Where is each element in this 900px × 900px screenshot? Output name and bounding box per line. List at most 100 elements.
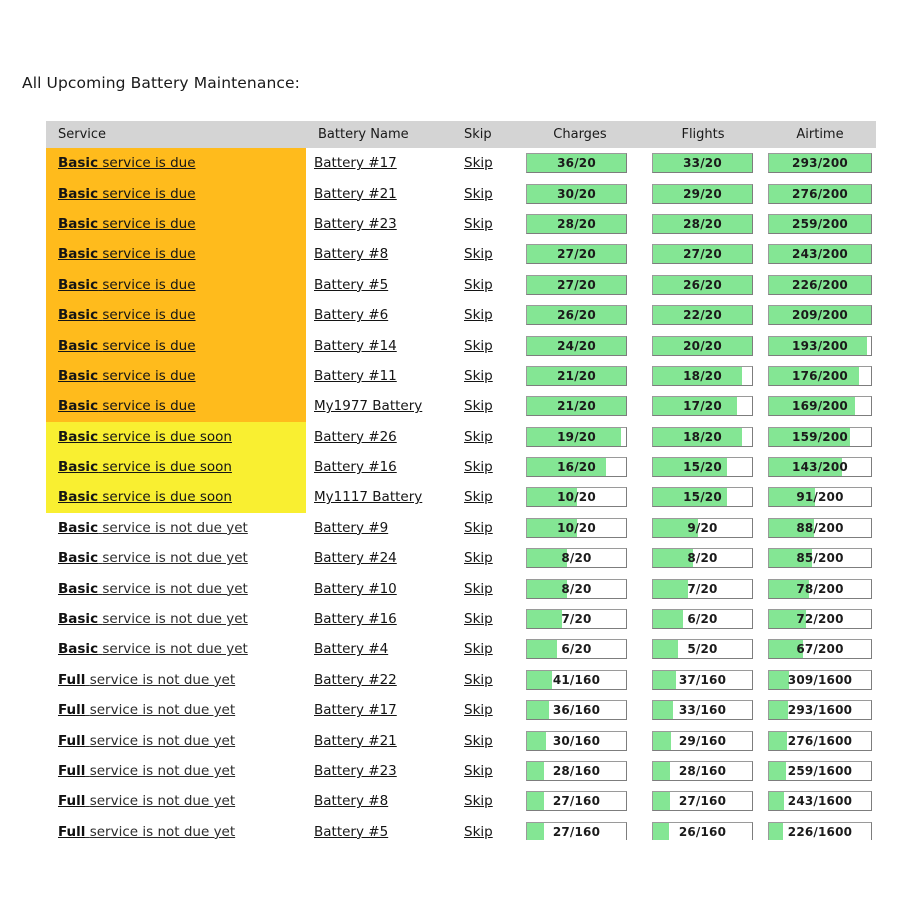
- skip-link[interactable]: Skip: [464, 246, 493, 262]
- service-cell[interactable]: Basic service is not due yet: [46, 634, 306, 665]
- service-cell[interactable]: Basic service is due: [46, 148, 306, 179]
- table-row[interactable]: Full service is not due yet Battery #5 Ski…: [46, 816, 876, 840]
- battery-name-link[interactable]: My1977 Battery: [314, 398, 422, 414]
- skip-cell[interactable]: Skip: [458, 725, 518, 756]
- battery-name-cell[interactable]: My1977 Battery: [306, 391, 458, 422]
- battery-name-link[interactable]: Battery #5: [314, 277, 388, 293]
- battery-name-link[interactable]: My1117 Battery: [314, 489, 422, 505]
- skip-cell[interactable]: Skip: [458, 664, 518, 696]
- battery-name-link[interactable]: Battery #23: [314, 216, 397, 232]
- table-row[interactable]: Basic service is due Battery #23 Skip 28/20…: [46, 208, 876, 240]
- battery-name-cell[interactable]: Battery #9: [306, 512, 458, 544]
- service-cell[interactable]: Basic service is due: [46, 360, 306, 392]
- column-header-flights[interactable]: Flights: [642, 121, 764, 148]
- battery-name-link[interactable]: Battery #21: [314, 733, 397, 749]
- battery-name-cell[interactable]: Battery #24: [306, 543, 458, 574]
- battery-name-link[interactable]: Battery #10: [314, 581, 397, 597]
- service-cell[interactable]: Full service is not due yet: [46, 786, 306, 817]
- table-row[interactable]: Basic service is not due yet Battery #9 Sk…: [46, 512, 876, 544]
- battery-name-cell[interactable]: Battery #16: [306, 603, 458, 635]
- battery-name-cell[interactable]: Battery #16: [306, 451, 458, 483]
- service-cell[interactable]: Basic service is due soon: [46, 421, 306, 452]
- battery-name-cell[interactable]: Battery #21: [306, 725, 458, 756]
- skip-link[interactable]: Skip: [464, 489, 493, 505]
- table-row[interactable]: Basic service is due Battery #17 Skip 36/20…: [46, 148, 876, 179]
- battery-name-link[interactable]: Battery #21: [314, 186, 397, 202]
- skip-link[interactable]: Skip: [464, 520, 493, 536]
- skip-cell[interactable]: Skip: [458, 269, 518, 300]
- column-header-skip[interactable]: Skip: [458, 121, 518, 148]
- skip-cell[interactable]: Skip: [458, 634, 518, 665]
- skip-cell[interactable]: Skip: [458, 148, 518, 179]
- table-row[interactable]: Basic service is due soon My1117 Battery S…: [46, 482, 876, 513]
- service-cell[interactable]: Basic service is due soon: [46, 482, 306, 513]
- table-row[interactable]: Basic service is not due yet Battery #24 S…: [46, 543, 876, 574]
- battery-name-link[interactable]: Battery #26: [314, 429, 397, 445]
- skip-cell[interactable]: Skip: [458, 816, 518, 840]
- skip-link[interactable]: Skip: [464, 429, 493, 445]
- service-cell[interactable]: Basic service is due: [46, 178, 306, 209]
- skip-link[interactable]: Skip: [464, 338, 493, 354]
- table-row[interactable]: Basic service is due soon Battery #26 Skip…: [46, 421, 876, 452]
- battery-name-link[interactable]: Battery #24: [314, 550, 397, 566]
- battery-name-cell[interactable]: Battery #8: [306, 239, 458, 270]
- skip-link[interactable]: Skip: [464, 398, 493, 414]
- skip-cell[interactable]: Skip: [458, 299, 518, 331]
- skip-link[interactable]: Skip: [464, 186, 493, 202]
- battery-name-cell[interactable]: Battery #10: [306, 573, 458, 604]
- skip-cell[interactable]: Skip: [458, 482, 518, 513]
- skip-link[interactable]: Skip: [464, 672, 493, 688]
- battery-name-link[interactable]: Battery #23: [314, 763, 397, 779]
- skip-cell[interactable]: Skip: [458, 360, 518, 392]
- skip-link[interactable]: Skip: [464, 702, 493, 718]
- skip-link[interactable]: Skip: [464, 824, 493, 840]
- battery-name-link[interactable]: Battery #16: [314, 459, 397, 475]
- service-cell[interactable]: Basic service is due: [46, 330, 306, 361]
- skip-cell[interactable]: Skip: [458, 603, 518, 635]
- battery-name-cell[interactable]: Battery #17: [306, 148, 458, 179]
- battery-name-cell[interactable]: Battery #8: [306, 786, 458, 817]
- service-cell[interactable]: Full service is not due yet: [46, 725, 306, 756]
- battery-name-link[interactable]: Battery #16: [314, 611, 397, 627]
- service-cell[interactable]: Basic service is due: [46, 208, 306, 240]
- table-row[interactable]: Basic service is due soon Battery #16 Skip…: [46, 451, 876, 483]
- service-cell[interactable]: Basic service is not due yet: [46, 603, 306, 635]
- table-row[interactable]: Basic service is due Battery #21 Skip 30/20…: [46, 178, 876, 209]
- battery-name-link[interactable]: Battery #9: [314, 520, 388, 536]
- battery-name-cell[interactable]: Battery #22: [306, 664, 458, 696]
- skip-link[interactable]: Skip: [464, 368, 493, 384]
- table-row[interactable]: Basic service is due Battery #11 Skip 21/20…: [46, 360, 876, 392]
- column-header-battery-name[interactable]: Battery Name: [306, 121, 458, 148]
- table-row[interactable]: Basic service is due Battery #14 Skip 24/20…: [46, 330, 876, 361]
- service-cell[interactable]: Basic service is due: [46, 299, 306, 331]
- battery-name-cell[interactable]: My1117 Battery: [306, 482, 458, 513]
- table-row[interactable]: Full service is not due yet Battery #23 Sk…: [46, 755, 876, 787]
- service-cell[interactable]: Basic service is due: [46, 391, 306, 422]
- battery-name-cell[interactable]: Battery #4: [306, 634, 458, 665]
- battery-name-cell[interactable]: Battery #26: [306, 421, 458, 452]
- battery-name-cell[interactable]: Battery #6: [306, 299, 458, 331]
- skip-cell[interactable]: Skip: [458, 786, 518, 817]
- service-cell[interactable]: Full service is not due yet: [46, 816, 306, 840]
- skip-cell[interactable]: Skip: [458, 421, 518, 452]
- skip-link[interactable]: Skip: [464, 733, 493, 749]
- battery-name-link[interactable]: Battery #8: [314, 246, 388, 262]
- column-header-charges[interactable]: Charges: [518, 121, 642, 148]
- service-cell[interactable]: Basic service is not due yet: [46, 512, 306, 544]
- skip-cell[interactable]: Skip: [458, 755, 518, 787]
- column-header-airtime[interactable]: Airtime: [764, 121, 876, 148]
- table-row[interactable]: Full service is not due yet Battery #22 Sk…: [46, 664, 876, 696]
- skip-cell[interactable]: Skip: [458, 208, 518, 240]
- table-row[interactable]: Basic service is due My1977 Battery Skip 21…: [46, 391, 876, 422]
- battery-name-link[interactable]: Battery #11: [314, 368, 397, 384]
- skip-link[interactable]: Skip: [464, 216, 493, 232]
- battery-name-link[interactable]: Battery #22: [314, 672, 397, 688]
- battery-name-cell[interactable]: Battery #23: [306, 755, 458, 787]
- table-row[interactable]: Full service is not due yet Battery #17 Sk…: [46, 695, 876, 726]
- skip-cell[interactable]: Skip: [458, 695, 518, 726]
- service-cell[interactable]: Basic service is due: [46, 269, 306, 300]
- skip-cell[interactable]: Skip: [458, 330, 518, 361]
- column-header-service[interactable]: Service: [46, 121, 306, 148]
- battery-name-cell[interactable]: Battery #17: [306, 695, 458, 726]
- skip-link[interactable]: Skip: [464, 611, 493, 627]
